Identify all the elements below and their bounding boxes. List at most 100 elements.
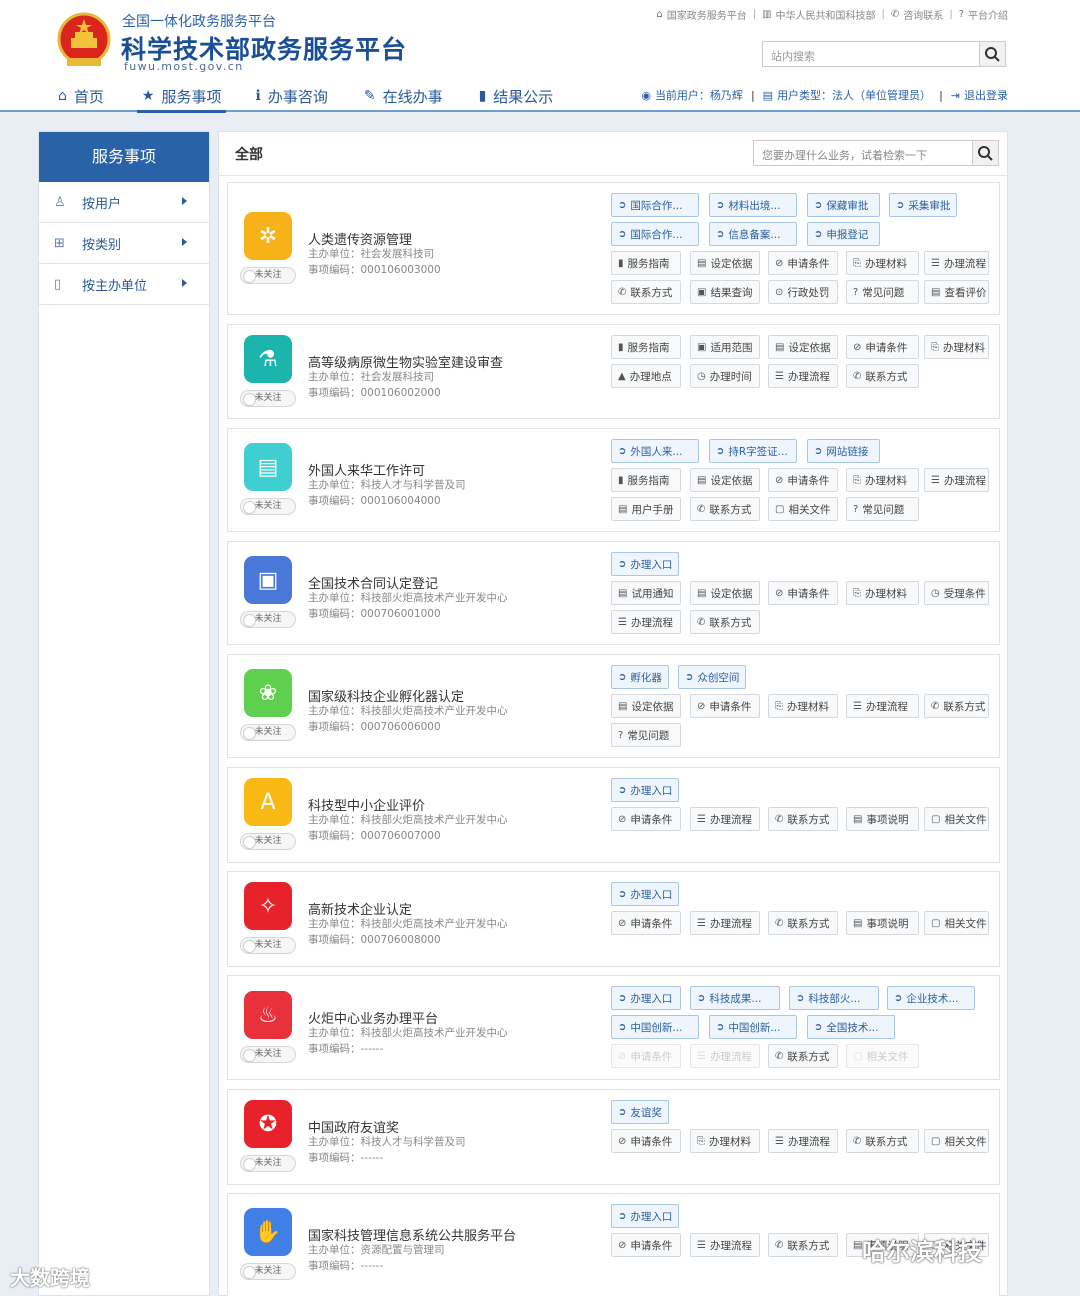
service-tag-button[interactable]: ☰ 办理流程 xyxy=(690,911,760,935)
follow-toggle[interactable]: 未关注 xyxy=(240,833,296,850)
service-tag-button[interactable]: ▲ 办理地点 xyxy=(611,364,681,388)
service-tag-button[interactable]: ➲ 友谊奖 xyxy=(611,1100,669,1124)
service-tag-button[interactable]: ➲ 中国创新... xyxy=(611,1015,699,1039)
service-tag-button[interactable]: ▤ 事项说明 xyxy=(846,807,919,831)
sidebar-item-by-user[interactable]: ♙ 按用户 xyxy=(39,182,209,223)
service-tag-button[interactable]: ⊙ 行政处罚 xyxy=(768,280,838,304)
service-tag-button[interactable]: ☰ 办理流程 xyxy=(768,364,838,388)
service-tag-button[interactable]: ➲ 材料出境... xyxy=(709,193,797,217)
service-tag-button[interactable]: ✆ 联系方式 xyxy=(690,497,760,521)
service-tag-button[interactable]: ➲ 办理入口 xyxy=(611,1204,679,1228)
service-tag-button[interactable]: ➲ 保藏审批 xyxy=(807,193,880,217)
service-tag-button[interactable]: ➲ 网站链接 xyxy=(807,439,880,463)
nav-services[interactable]: ★ 服务事项 xyxy=(136,82,227,113)
service-tag-button[interactable]: ➲ 中国创新... xyxy=(709,1015,797,1039)
service-tag-button[interactable]: ☰ 办理流程 xyxy=(924,468,989,492)
follow-toggle[interactable]: 未关注 xyxy=(240,498,296,515)
service-tag-button[interactable]: ▤ 设定依据 xyxy=(690,581,760,605)
service-tag-button[interactable]: ➲ 办理入口 xyxy=(611,986,681,1010)
service-tag-button[interactable]: ✆ 联系方式 xyxy=(846,1129,919,1153)
follow-toggle[interactable]: 未关注 xyxy=(240,1046,296,1063)
service-tag-button[interactable]: ➲ 办理入口 xyxy=(611,882,679,906)
service-tag-button[interactable]: ➲ 众创空间 xyxy=(678,665,746,689)
dna-icon[interactable]: ✲ xyxy=(244,212,292,260)
site-search-button[interactable] xyxy=(979,42,1005,66)
service-tag-button[interactable]: ✆ 联系方式 xyxy=(611,280,681,304)
nav-online[interactable]: ✎ 在线办事 xyxy=(364,82,443,110)
service-tag-button[interactable]: ▤ 设定依据 xyxy=(768,335,838,359)
nav-consult[interactable]: ℹ 办事咨询 xyxy=(255,82,327,110)
service-tag-button[interactable]: ➲ 信息备案... xyxy=(709,222,797,246)
service-tag-button[interactable]: ⎘ 办理材料 xyxy=(768,694,838,718)
leaf-icon[interactable]: ✧ xyxy=(244,882,292,930)
service-tag-button[interactable]: ➲ 科技部火... xyxy=(789,986,879,1010)
service-tag-button[interactable]: ➲ 企业技术... xyxy=(887,986,975,1010)
service-tag-button[interactable]: ➲ 持R字签证... xyxy=(709,439,797,463)
service-tag-button[interactable]: ✆ 联系方式 xyxy=(768,911,838,935)
service-tag-button[interactable]: ⊘ 申请条件 xyxy=(846,335,919,359)
service-tag-button[interactable]: ⎘ 办理材料 xyxy=(690,1129,760,1153)
service-tag-button[interactable]: ➲ 申报登记 xyxy=(807,222,880,246)
service-tag-button[interactable]: ⎘ 办理材料 xyxy=(846,468,919,492)
handshake-icon[interactable]: ✋ xyxy=(244,1208,292,1256)
sidebar-item-by-department[interactable]: ▯ 按主办单位 xyxy=(39,264,209,305)
follow-toggle[interactable]: 未关注 xyxy=(240,267,296,284)
service-tag-button[interactable]: ☰ 办理流程 xyxy=(690,807,760,831)
service-tag-button[interactable]: ✆ 联系方式 xyxy=(690,610,760,634)
nav-home[interactable]: ⌂ 首页 xyxy=(58,82,104,110)
service-tag-button[interactable]: ➲ 办理入口 xyxy=(611,778,679,802)
link-most[interactable]: 中华人民共和国科技部 xyxy=(776,7,876,22)
grade-icon[interactable]: A xyxy=(244,778,292,826)
service-tag-button[interactable]: ✆ 联系方式 xyxy=(768,807,838,831)
service-tag-button[interactable]: ? 常见问题 xyxy=(611,723,681,747)
service-tag-button[interactable]: ☰ 办理流程 xyxy=(846,694,919,718)
service-tag-button[interactable]: ☰ 办理流程 xyxy=(611,610,681,634)
service-tag-button[interactable]: ⊘ 申请条件 xyxy=(768,251,838,275)
service-tag-button[interactable]: ▤ 设定依据 xyxy=(690,468,760,492)
service-tag-button[interactable]: ▮ 服务指南 xyxy=(611,468,681,492)
service-tag-button[interactable]: ⎘ 办理材料 xyxy=(846,581,919,605)
service-tag-button[interactable]: ☰ 办理流程 xyxy=(924,251,989,275)
service-tag-button[interactable]: ▣ 结果查询 xyxy=(690,280,760,304)
service-tag-button[interactable]: ▣ 适用范围 xyxy=(690,335,760,359)
service-search-button[interactable] xyxy=(972,141,998,165)
service-tag-button[interactable]: ➲ 国际合作... xyxy=(611,193,699,217)
service-tag-button[interactable]: ▢ 相关文件 xyxy=(924,807,989,831)
logout-link[interactable]: 退出登录 xyxy=(964,87,1008,103)
service-tag-button[interactable]: ➲ 国际合作... xyxy=(611,222,699,246)
service-tag-button[interactable]: ▢ 相关文件 xyxy=(768,497,838,521)
follow-toggle[interactable]: 未关注 xyxy=(240,390,296,407)
service-tag-button[interactable]: ▢ 相关文件 xyxy=(924,911,989,935)
service-tag-button[interactable]: ⊘ 申请条件 xyxy=(611,1129,681,1153)
follow-toggle[interactable]: 未关注 xyxy=(240,937,296,954)
service-tag-button[interactable]: ⊘ 申请条件 xyxy=(611,1044,681,1068)
service-tag-button[interactable]: ⎘ 办理材料 xyxy=(924,335,989,359)
service-tag-button[interactable]: ▤ 查看评价 xyxy=(924,280,989,304)
service-tag-button[interactable]: ⊘ 申请条件 xyxy=(611,807,681,831)
service-tag-button[interactable]: ➲ 全国技术... xyxy=(807,1015,895,1039)
service-tag-button[interactable]: ⊘ 申请条件 xyxy=(611,1233,681,1257)
follow-toggle[interactable]: 未关注 xyxy=(240,1263,296,1280)
service-tag-button[interactable]: ☰ 办理流程 xyxy=(768,1129,838,1153)
site-search-input[interactable]: 站内搜索 xyxy=(762,41,1006,67)
nav-results[interactable]: ▮ 结果公示 xyxy=(479,82,554,110)
service-tag-button[interactable]: ◷ 受理条件 xyxy=(924,581,989,605)
hands-icon[interactable]: ❀ xyxy=(244,669,292,717)
service-tag-button[interactable]: ▤ 设定依据 xyxy=(611,694,681,718)
service-tag-button[interactable]: ➲ 采集审批 xyxy=(889,193,957,217)
contract-icon[interactable]: ▣ xyxy=(244,556,292,604)
link-national-gov-platform[interactable]: 国家政务服务平台 xyxy=(667,7,747,22)
service-tag-button[interactable]: ◷ 办理时间 xyxy=(690,364,760,388)
service-tag-button[interactable]: ⊘ 申请条件 xyxy=(690,694,760,718)
service-tag-button[interactable]: ⎘ 办理材料 xyxy=(846,251,919,275)
medal-icon[interactable]: ✪ xyxy=(244,1100,292,1148)
service-tag-button[interactable]: ? 常见问题 xyxy=(846,280,919,304)
service-tag-button[interactable]: ➲ 办理入口 xyxy=(611,552,679,576)
service-tag-button[interactable]: ✆ 联系方式 xyxy=(768,1233,838,1257)
service-tag-button[interactable]: ✆ 联系方式 xyxy=(768,1044,838,1068)
link-about[interactable]: 平台介绍 xyxy=(968,7,1008,22)
service-tag-button[interactable]: ➲ 科技成果... xyxy=(690,986,780,1010)
service-tag-button[interactable]: ☰ 办理流程 xyxy=(690,1233,760,1257)
service-tag-button[interactable]: ✆ 联系方式 xyxy=(924,694,989,718)
link-contact[interactable]: 咨询联系 xyxy=(903,7,943,22)
